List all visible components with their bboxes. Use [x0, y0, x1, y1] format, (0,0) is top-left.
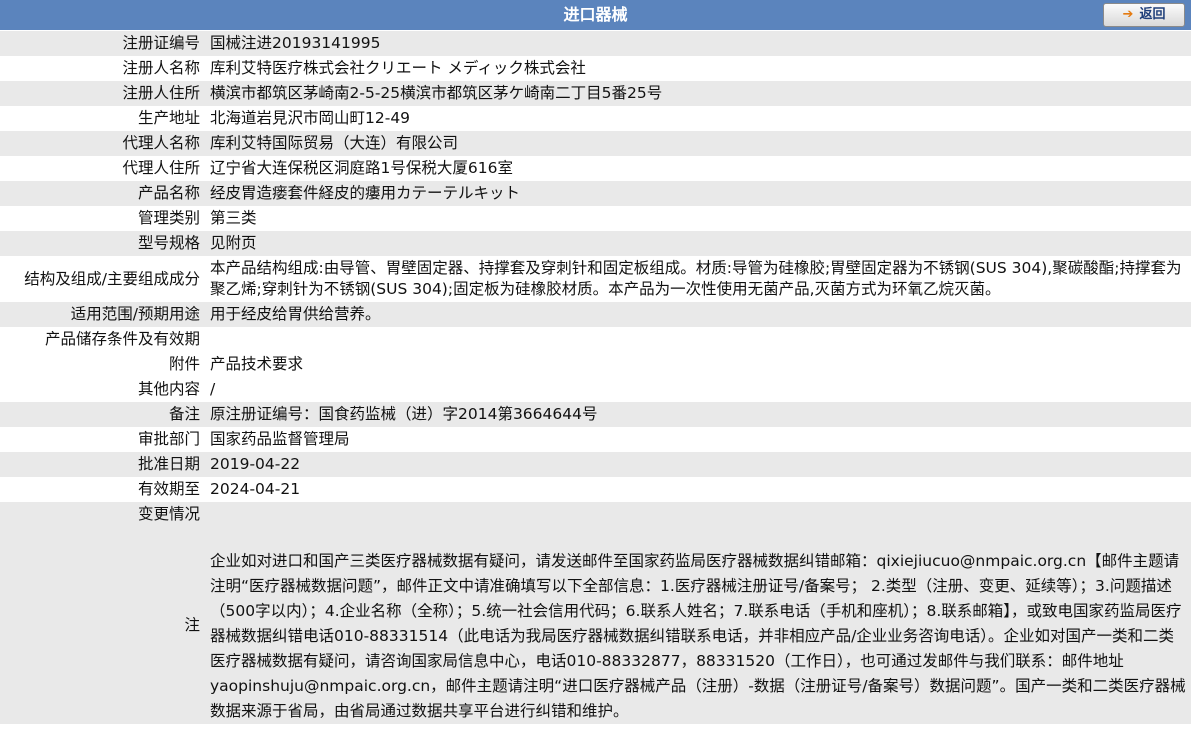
field-label: 审批部门 [0, 427, 206, 452]
table-row: 批准日期 2019-04-22 [0, 452, 1191, 477]
back-button-label: 返回 [1139, 7, 1166, 22]
field-value: 用于经皮给胃供给营养。 [206, 302, 1191, 327]
field-value: 库利艾特医疗株式会社クリエート メディック株式会社 [206, 56, 1191, 81]
field-value: / [206, 377, 1191, 402]
field-label: 变更情况 [0, 502, 206, 527]
field-label: 附件 [0, 352, 206, 377]
field-value: 辽宁省大连保税区洞庭路1号保税大厦616室 [206, 156, 1191, 181]
field-value: 库利艾特国际贸易（大连）有限公司 [206, 131, 1191, 156]
field-label: 型号规格 [0, 231, 206, 256]
field-label: 代理人名称 [0, 131, 206, 156]
arrow-right-icon: ➔ [1122, 7, 1134, 22]
field-label: 注册证编号 [0, 31, 206, 56]
table-row: 产品名称 经皮胃造瘘套件経皮的瘻用カテーテルキット [0, 181, 1191, 206]
note-text: 企业如对进口和国产三类医疗器械数据有疑问，请发送邮件至国家药监局医疗器械数据纠错… [206, 527, 1191, 724]
field-label: 注册人住所 [0, 81, 206, 106]
table-row: 适用范围/预期用途 用于经皮给胃供给营养。 [0, 302, 1191, 327]
field-label: 备注 [0, 402, 206, 427]
note-label: 注 [0, 527, 206, 724]
field-label: 代理人住所 [0, 156, 206, 181]
field-value: 2019-04-22 [206, 452, 1191, 477]
field-value: 2024-04-21 [206, 477, 1191, 502]
table-row: 注册人名称 库利艾特医疗株式会社クリエート メディック株式会社 [0, 56, 1191, 81]
field-value [206, 327, 1191, 352]
field-value: 经皮胃造瘘套件経皮的瘻用カテーテルキット [206, 181, 1191, 206]
table-row: 其他内容 / [0, 377, 1191, 402]
field-value: 本产品结构组成:由导管、胃壁固定器、持撑套及穿刺针和固定板组成。材质:导管为硅橡… [206, 256, 1191, 302]
table-row: 有效期至 2024-04-21 [0, 477, 1191, 502]
field-label: 适用范围/预期用途 [0, 302, 206, 327]
table-row: 审批部门 国家药品监督管理局 [0, 427, 1191, 452]
table-row: 变更情况 [0, 502, 1191, 527]
table-row: 注册人住所 横滨市都筑区茅崎南2-5-25横滨市都筑区茅ケ崎南二丁目5番25号 [0, 81, 1191, 106]
field-label: 结构及组成/主要组成成分 [0, 256, 206, 302]
field-label: 产品储存条件及有效期 [0, 327, 206, 352]
field-value: 见附页 [206, 231, 1191, 256]
field-value: 国家药品监督管理局 [206, 427, 1191, 452]
field-value: 北海道岩見沢市岡山町12-49 [206, 106, 1191, 131]
back-button[interactable]: ➔ 返回 [1103, 3, 1185, 27]
field-label: 其他内容 [0, 377, 206, 402]
field-value: 国械注进20193141995 [206, 31, 1191, 56]
field-label: 批准日期 [0, 452, 206, 477]
table-row: 产品储存条件及有效期 [0, 327, 1191, 352]
table-row: 代理人住所 辽宁省大连保税区洞庭路1号保税大厦616室 [0, 156, 1191, 181]
field-value: 第三类 [206, 206, 1191, 231]
note-row: 注 企业如对进口和国产三类医疗器械数据有疑问，请发送邮件至国家药监局医疗器械数据… [0, 527, 1191, 724]
page-title: 进口器械 [563, 5, 628, 24]
table-row: 注册证编号 国械注进20193141995 [0, 31, 1191, 56]
field-label: 有效期至 [0, 477, 206, 502]
field-label: 生产地址 [0, 106, 206, 131]
page-header: 进口器械 ➔ 返回 [0, 0, 1191, 31]
field-value: 原注册证编号：国食药监械（进）字2014第3664644号 [206, 402, 1191, 427]
field-label: 产品名称 [0, 181, 206, 206]
field-label: 注册人名称 [0, 56, 206, 81]
field-value: 横滨市都筑区茅崎南2-5-25横滨市都筑区茅ケ崎南二丁目5番25号 [206, 81, 1191, 106]
table-row: 管理类别 第三类 [0, 206, 1191, 231]
table-row: 附件 产品技术要求 [0, 352, 1191, 377]
table-row: 生产地址 北海道岩見沢市岡山町12-49 [0, 106, 1191, 131]
field-value: 产品技术要求 [206, 352, 1191, 377]
field-value [206, 502, 1191, 527]
table-row: 结构及组成/主要组成成分 本产品结构组成:由导管、胃壁固定器、持撑套及穿刺针和固定… [0, 256, 1191, 302]
detail-table: 注册证编号 国械注进20193141995 注册人名称 库利艾特医疗株式会社クリエート… [0, 31, 1191, 724]
field-label: 管理类别 [0, 206, 206, 231]
table-row: 备注 原注册证编号：国食药监械（进）字2014第3664644号 [0, 402, 1191, 427]
table-row: 型号规格 见附页 [0, 231, 1191, 256]
table-row: 代理人名称 库利艾特国际贸易（大连）有限公司 [0, 131, 1191, 156]
